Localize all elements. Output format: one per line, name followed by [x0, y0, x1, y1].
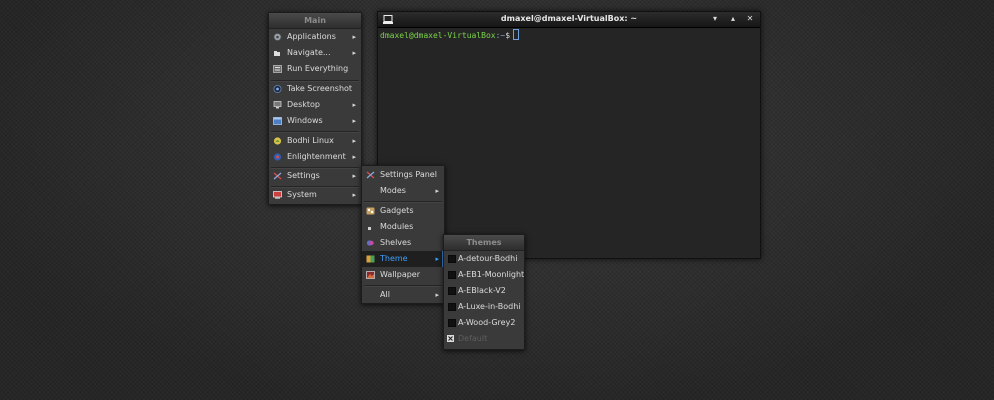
menu-item-label: Settings Panel	[380, 170, 437, 179]
menu-item-label: Default	[458, 334, 488, 343]
menu-item-label: Theme	[380, 254, 408, 263]
menu-item-label: Run Everything	[287, 64, 349, 73]
main-menu-title: Main	[269, 13, 361, 29]
menu-item-all[interactable]: All ▸	[362, 287, 444, 303]
submenu-arrow-icon: ▸	[352, 172, 356, 180]
menu-item-label: Desktop	[287, 100, 320, 109]
menu-item-take-screenshot[interactable]: Take Screenshot	[269, 81, 361, 97]
theme-item-a-eblack-v2[interactable]: A-EBlack-V2	[444, 283, 524, 299]
submenu-arrow-icon: ▸	[435, 187, 439, 195]
modules-icon	[368, 227, 371, 230]
main-menu: Main Applications ▸ Navigate... ▸ Run Ev…	[268, 12, 362, 205]
menu-item-desktop[interactable]: Desktop ▸	[269, 97, 361, 113]
theme-icon	[366, 255, 375, 263]
screenshot-icon	[273, 85, 282, 93]
menu-item-label: Take Screenshot	[287, 84, 353, 93]
menu-item-label: A-EBlack-V2	[458, 286, 506, 295]
gadgets-icon	[366, 207, 375, 215]
theme-item-a-wood-grey2[interactable]: A-Wood-Grey2	[444, 315, 524, 331]
desktop-icon	[273, 101, 282, 109]
run-everything-icon	[273, 65, 282, 73]
menu-item-label: A-Luxe-in-Bodhi	[458, 302, 521, 311]
menu-item-label: Wallpaper	[380, 270, 421, 279]
menu-item-wallpaper[interactable]: Wallpaper	[362, 267, 444, 283]
terminal-cursor	[513, 29, 520, 40]
menu-item-label: Modules	[380, 222, 414, 231]
close-icon[interactable]: ✕	[744, 13, 756, 25]
submenu-arrow-icon: ▸	[352, 117, 356, 125]
menu-item-theme[interactable]: Theme ▸	[362, 251, 445, 267]
menu-item-enlightenment[interactable]: Enlightenment ▸	[269, 149, 361, 165]
terminal-title: dmaxel@dmaxel-VirtualBox: ~	[500, 14, 638, 23]
settings-submenu: Settings Panel Modes ▸ Gadgets Modules S…	[361, 165, 445, 304]
menu-item-settings-panel[interactable]: Settings Panel	[362, 167, 444, 183]
menu-item-label: Enlightenment	[287, 152, 346, 161]
menu-item-label: System	[287, 190, 317, 199]
prompt-path: :~	[495, 31, 506, 40]
menu-item-label: Bodhi Linux	[287, 136, 334, 145]
submenu-arrow-icon: ▸	[435, 291, 439, 299]
bodhi-icon	[273, 137, 282, 145]
menu-item-windows[interactable]: Windows ▸	[269, 113, 361, 129]
checked-checkbox-icon	[447, 335, 454, 342]
submenu-arrow-icon: ▸	[352, 191, 356, 199]
menu-item-label: A-detour-Bodhi	[458, 254, 518, 263]
checkbox-icon[interactable]	[448, 255, 456, 263]
enlightenment-icon	[273, 153, 282, 161]
menu-item-bodhi-linux[interactable]: Bodhi Linux ▸	[269, 133, 361, 149]
menu-item-label: Windows	[287, 116, 323, 125]
menu-item-label: A-EB1-Moonlight	[458, 270, 525, 279]
prompt-symbol: $	[505, 31, 511, 40]
submenu-arrow-icon: ▸	[352, 101, 356, 109]
menu-item-modes[interactable]: Modes ▸	[362, 183, 444, 199]
checkbox-icon[interactable]	[448, 271, 456, 279]
checkbox-icon[interactable]	[448, 319, 456, 327]
menu-item-shelves[interactable]: Shelves	[362, 235, 444, 251]
theme-item-default: Default	[444, 331, 524, 347]
shelves-icon	[366, 240, 374, 246]
terminal-titlebar[interactable]: dmaxel@dmaxel-VirtualBox: ~ ▾ ▴ ✕	[378, 12, 760, 28]
menu-item-label: Navigate...	[287, 48, 331, 57]
settings-panel-icon	[366, 171, 375, 179]
menu-item-settings[interactable]: Settings ▸	[269, 168, 361, 184]
menu-item-label: Settings	[287, 171, 320, 180]
themes-menu-title: Themes	[444, 235, 524, 251]
submenu-arrow-icon: ▸	[352, 33, 356, 41]
submenu-arrow-icon: ▸	[352, 137, 356, 145]
menu-item-label: Gadgets	[380, 206, 414, 215]
themes-submenu: Themes A-detour-Bodhi A-EB1-Moonlight A-…	[443, 234, 525, 350]
menu-item-label: Modes	[380, 186, 406, 195]
submenu-arrow-icon: ▸	[352, 49, 356, 57]
menu-item-label: Applications	[287, 32, 336, 41]
menu-item-run-everything[interactable]: Run Everything	[269, 61, 361, 77]
theme-item-a-detour-bodhi[interactable]: A-detour-Bodhi	[444, 251, 524, 267]
checkbox-icon[interactable]	[448, 303, 456, 311]
menu-item-applications[interactable]: Applications ▸	[269, 29, 361, 45]
system-icon	[273, 191, 282, 199]
menu-item-label: All	[380, 290, 390, 299]
submenu-arrow-icon: ▸	[435, 255, 439, 263]
settings-icon	[273, 172, 282, 180]
minimize-icon[interactable]: ▾	[709, 13, 721, 25]
prompt-user: dmaxel@dmaxel-VirtualBox	[380, 31, 496, 40]
checkbox-icon[interactable]	[448, 287, 456, 295]
theme-item-a-eb1-moonlight[interactable]: A-EB1-Moonlight	[444, 267, 524, 283]
windows-icon	[273, 117, 282, 125]
menu-item-navigate[interactable]: Navigate... ▸	[269, 45, 361, 61]
theme-item-a-luxe-in-bodhi[interactable]: A-Luxe-in-Bodhi	[444, 299, 524, 315]
menu-item-label: Shelves	[380, 238, 412, 247]
maximize-icon[interactable]: ▴	[727, 13, 739, 25]
menu-item-gadgets[interactable]: Gadgets	[362, 203, 444, 219]
navigate-icon	[274, 51, 280, 56]
submenu-arrow-icon: ▸	[352, 153, 356, 161]
wallpaper-icon	[366, 271, 375, 279]
menu-item-label: A-Wood-Grey2	[458, 318, 516, 327]
applications-icon	[273, 33, 282, 41]
menu-item-system[interactable]: System ▸	[269, 187, 361, 203]
menu-item-modules[interactable]: Modules	[362, 219, 444, 235]
